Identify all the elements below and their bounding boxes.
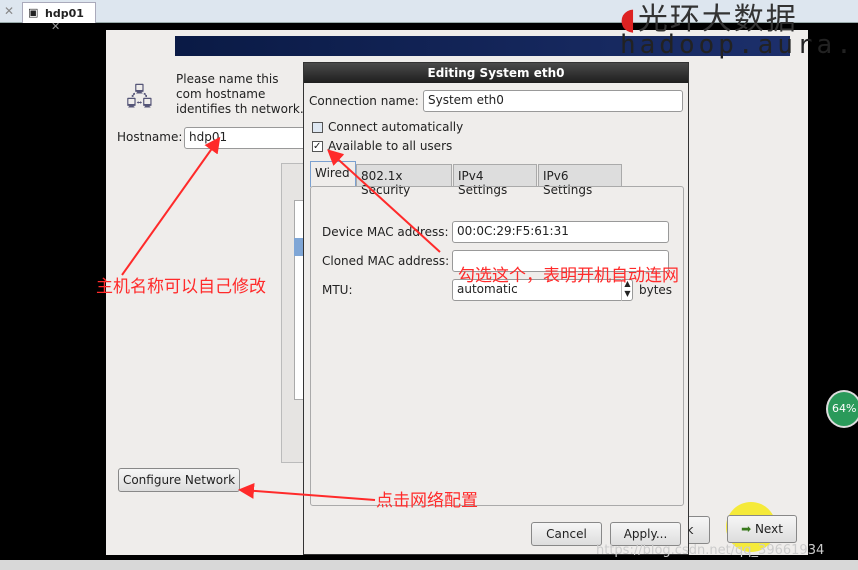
hostname-annotation: 主机名称可以自己修改 — [96, 277, 266, 297]
auto-connect-annotation: 勾选这个，表明开机自动连网 — [458, 266, 679, 286]
progress-badge[interactable]: 64% — [826, 390, 858, 428]
blog-watermark: https://blog.csdn.net/qq_39661934 — [596, 543, 825, 558]
configure-annotation: 点击网络配置 — [376, 491, 478, 511]
arrow-to-configure — [238, 482, 376, 501]
arrow-to-hostname — [121, 136, 221, 276]
bottom-bar — [0, 560, 858, 570]
arrow-to-checkbox — [327, 149, 441, 253]
